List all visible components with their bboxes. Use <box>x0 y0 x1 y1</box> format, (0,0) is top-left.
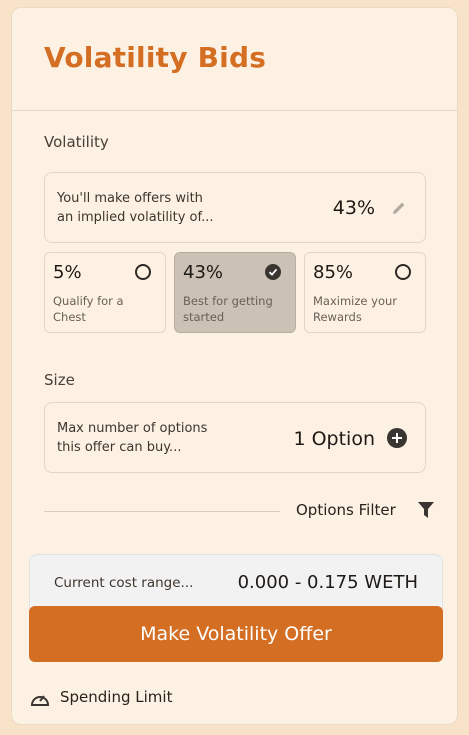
volatility-description: You'll make offers with an implied volat… <box>57 191 214 225</box>
header-divider <box>12 110 457 111</box>
make-volatility-offer-button[interactable]: Make Volatility Offer <box>29 606 443 662</box>
filter-divider <box>44 511 280 512</box>
radio-unchecked-icon[interactable] <box>395 264 411 280</box>
size-description: Max number of options this offer can buy… <box>57 421 208 455</box>
spending-limit-link[interactable]: Spending Limit <box>29 688 172 706</box>
page-title: Volatility Bids <box>44 41 267 74</box>
volatility-option-85[interactable]: 85% Maximize your Rewards <box>304 252 426 333</box>
volatility-value: 43% <box>332 197 375 219</box>
options-filter-button[interactable]: Options Filter <box>296 501 434 519</box>
gauge-icon <box>30 695 50 706</box>
radio-unchecked-icon[interactable] <box>135 264 151 280</box>
volatility-label: Volatility <box>44 133 109 151</box>
cost-range-label: Current cost range... <box>54 575 194 591</box>
funnel-icon <box>418 502 434 518</box>
volatility-bids-card: Volatility Bids Volatility You'll make o… <box>11 7 458 725</box>
volatility-input[interactable]: You'll make offers with an implied volat… <box>44 172 426 243</box>
volatility-option-5[interactable]: 5% Qualify for a Chest <box>44 252 166 333</box>
cost-range-value: 0.000 - 0.175 WETH <box>237 572 418 593</box>
size-label: Size <box>44 371 75 389</box>
volatility-option-43[interactable]: 43% Best for getting started <box>174 252 296 333</box>
size-value: 1 Option <box>293 428 375 450</box>
radio-checked-icon[interactable] <box>265 264 281 280</box>
size-input[interactable]: Max number of options this offer can buy… <box>44 402 426 473</box>
plus-circle-icon[interactable] <box>387 428 407 448</box>
pencil-icon[interactable] <box>391 200 407 216</box>
